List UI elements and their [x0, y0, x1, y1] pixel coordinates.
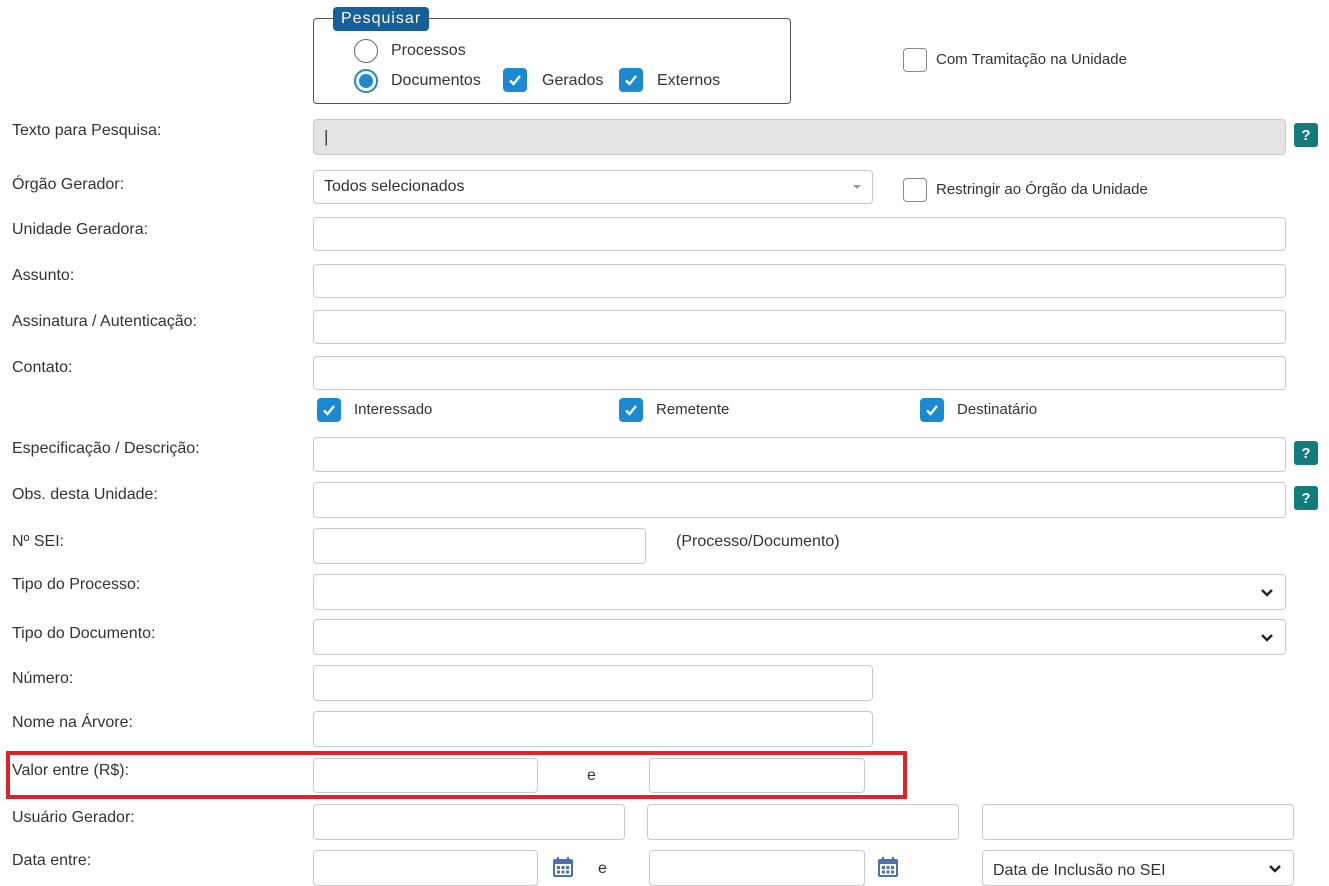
check-icon: [323, 405, 335, 416]
numero-input[interactable]: [313, 665, 873, 701]
data-tipo-value: Data de Inclusão no SEI: [993, 862, 1166, 879]
unidade-geradora-label: Unidade Geradora:: [12, 221, 149, 238]
obs-unidade-input[interactable]: [313, 482, 1286, 518]
tipo-processo-select[interactable]: [313, 574, 1286, 610]
text-cursor: |: [324, 127, 329, 146]
valor-entre-separator: e: [587, 767, 596, 784]
caret-down-icon: [853, 185, 861, 189]
n-sei-hint: (Processo/Documento): [676, 533, 840, 550]
n-sei-label: Nº SEI:: [12, 533, 65, 550]
check-icon: [625, 75, 637, 86]
com-tramitacao-label: Com Tramitação na Unidade: [936, 51, 1127, 68]
radio-documentos[interactable]: [354, 69, 378, 93]
search-group-legend: Pesquisar: [333, 7, 430, 31]
checkbox-externos-label: Externos: [657, 72, 721, 89]
assinatura-label: Assinatura / Autenticação:: [12, 313, 197, 330]
radio-processos-label: Processos: [391, 42, 466, 59]
nome-arvore-input[interactable]: [313, 711, 873, 747]
check-icon: [625, 405, 637, 416]
texto-pesquisa-input[interactable]: |: [313, 119, 1286, 155]
tipo-documento-label: Tipo do Documento:: [12, 625, 156, 642]
numero-label: Número:: [12, 670, 74, 687]
checkbox-interessado[interactable]: [317, 398, 341, 422]
especificacao-label: Especificação / Descrição:: [12, 440, 200, 457]
data-inicio-input[interactable]: [313, 850, 538, 886]
checkbox-com-tramitacao[interactable]: [903, 48, 927, 72]
help-icon[interactable]: ?: [1294, 441, 1318, 465]
valor-entre-label: Valor entre (R$):: [12, 762, 130, 779]
data-fim-input[interactable]: [649, 850, 865, 886]
especificacao-input[interactable]: [313, 437, 1286, 472]
orgao-gerador-value: Todos selecionados: [324, 178, 465, 195]
radio-processos[interactable]: [354, 39, 378, 63]
help-icon[interactable]: ?: [1294, 123, 1318, 147]
calendar-icon[interactable]: [551, 855, 575, 879]
checkbox-externos[interactable]: [619, 68, 643, 92]
tipo-processo-label: Tipo do Processo:: [12, 576, 141, 593]
orgao-gerador-select[interactable]: Todos selecionados: [313, 170, 873, 204]
remetente-label: Remetente: [656, 401, 730, 418]
data-entre-label: Data entre:: [12, 852, 92, 869]
valor-entre-max-input[interactable]: [649, 758, 865, 793]
interessado-label: Interessado: [354, 401, 433, 418]
destinatario-label: Destinatário: [957, 401, 1038, 418]
help-icon[interactable]: ?: [1294, 486, 1318, 510]
usuario-gerador-input-2[interactable]: [647, 804, 959, 840]
check-icon: [926, 405, 938, 416]
usuario-gerador-input-1[interactable]: [313, 804, 625, 840]
checkbox-gerados[interactable]: [503, 68, 527, 92]
contato-label: Contato:: [12, 359, 73, 376]
assunto-label: Assunto:: [12, 267, 75, 284]
checkbox-restringir-orgao[interactable]: [903, 178, 927, 202]
checkbox-destinatario[interactable]: [920, 398, 944, 422]
radio-documentos-label: Documentos: [391, 72, 481, 89]
restringir-orgao-label: Restringir ao Órgão da Unidade: [936, 181, 1148, 198]
assunto-input[interactable]: [313, 264, 1286, 298]
calendar-icon[interactable]: [876, 855, 900, 879]
orgao-gerador-label: Órgão Gerador:: [12, 176, 125, 193]
obs-unidade-label: Obs. desta Unidade:: [12, 486, 158, 503]
nome-arvore-label: Nome na Árvore:: [12, 714, 133, 731]
usuario-gerador-input-3[interactable]: [982, 804, 1294, 840]
unidade-geradora-input[interactable]: [313, 217, 1286, 251]
data-tipo-select[interactable]: Data de Inclusão no SEI: [982, 850, 1294, 886]
contato-input[interactable]: [313, 356, 1286, 390]
data-entre-separator: e: [598, 860, 607, 877]
checkbox-remetente[interactable]: [619, 398, 643, 422]
usuario-gerador-label: Usuário Gerador:: [12, 809, 135, 826]
checkbox-gerados-label: Gerados: [542, 72, 604, 89]
check-icon: [509, 75, 521, 86]
assinatura-input[interactable]: [313, 310, 1286, 344]
chevron-down-icon: [1261, 634, 1273, 642]
chevron-down-icon: [1269, 865, 1281, 873]
texto-pesquisa-label: Texto para Pesquisa:: [12, 122, 162, 139]
n-sei-input[interactable]: [313, 528, 646, 564]
tipo-documento-select[interactable]: [313, 619, 1286, 655]
valor-entre-min-input[interactable]: [313, 758, 538, 793]
chevron-down-icon: [1261, 589, 1273, 597]
